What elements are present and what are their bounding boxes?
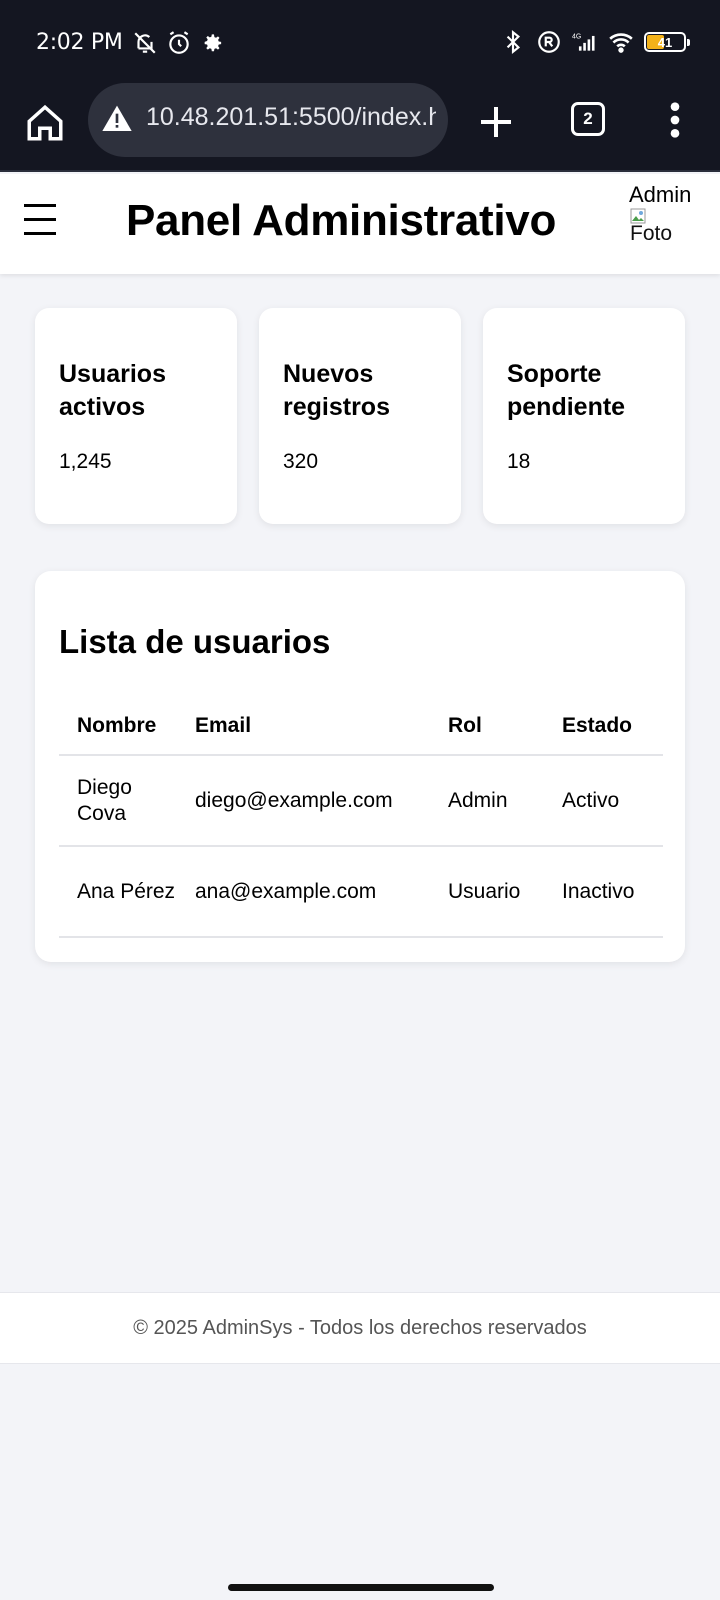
users-panel-title: Lista de usuarios <box>59 623 331 660</box>
stat-label: Soporte pendiente <box>507 360 626 421</box>
stat-value: 18 <box>507 450 531 473</box>
cell-name: Ana Pérez <box>59 846 177 938</box>
avatar-alt-text: Foto <box>630 222 673 245</box>
stat-value: 1,245 <box>59 450 112 473</box>
cell-role: Usuario <box>430 846 544 938</box>
address-bar[interactable]: 10.48.201.51:5500/index.html <box>88 83 448 157</box>
app-header: Panel Administrativo Admin Foto <box>0 174 720 274</box>
status-right-icons: 4G 41 <box>500 29 690 55</box>
tab-switcher-button[interactable]: 2 <box>571 102 605 136</box>
avatar[interactable]: Foto <box>630 208 686 254</box>
table-header-row: Nombre Email Rol Estado <box>59 697 663 756</box>
more-options-icon[interactable] <box>660 100 690 140</box>
cell-status: Activo <box>544 755 663 847</box>
column-header-email: Email <box>177 697 430 756</box>
table-row: Ana Pérez ana@example.com Usuario Inacti… <box>59 846 663 938</box>
stat-card-nuevos-registros: Nuevos registros 320 <box>259 308 461 524</box>
url-text[interactable]: 10.48.201.51:5500/index.html <box>146 103 436 132</box>
page-footer: © 2025 AdminSys - Todos los derechos res… <box>0 1292 720 1364</box>
browser-toolbar: 10.48.201.51:5500/index.html 2 <box>0 83 720 172</box>
battery-level: 41 <box>657 34 673 50</box>
battery-indicator: 41 <box>644 32 690 52</box>
hamburger-menu-icon[interactable] <box>24 204 58 238</box>
users-table: Nombre Email Rol Estado Diego Cova diego… <box>59 697 663 938</box>
stat-value: 320 <box>283 450 319 473</box>
cell-email: diego@example.com <box>177 755 430 847</box>
users-panel: Lista de usuarios Nombre Email Rol Estad… <box>35 571 685 962</box>
settings-gear-icon <box>204 34 222 52</box>
cell-name: Diego Cova <box>59 755 177 847</box>
new-tab-icon[interactable] <box>476 102 516 142</box>
wifi-icon <box>609 33 633 53</box>
stat-label: Usuarios activos <box>59 360 166 421</box>
stat-card-soporte-pendiente: Soporte pendiente 18 <box>483 308 685 524</box>
alarm-icon <box>169 31 189 54</box>
stat-label: Nuevos registros <box>283 360 390 421</box>
warning-icon[interactable] <box>100 103 134 135</box>
admin-label: Admin <box>629 182 692 207</box>
column-header-rol: Rol <box>430 697 544 756</box>
cell-status: Inactivo <box>544 846 663 938</box>
status-time: 2:02 PM <box>36 30 123 55</box>
stat-card-usuarios-activos: Usuarios activos 1,245 <box>35 308 237 524</box>
page-title: Panel Administrativo <box>126 196 557 245</box>
network-type-label: 4G <box>572 34 581 41</box>
bluetooth-icon <box>506 29 521 55</box>
cell-signal-icon: 4G <box>572 34 595 51</box>
column-header-nombre: Nombre <box>59 697 177 756</box>
footer-text: © 2025 AdminSys - Todos los derechos res… <box>133 1316 587 1339</box>
cell-role: Admin <box>430 755 544 847</box>
cell-email: ana@example.com <box>177 846 430 938</box>
home-icon[interactable] <box>24 102 66 144</box>
table-row: Diego Cova diego@example.com Admin Activ… <box>59 755 663 847</box>
registered-icon <box>538 31 560 53</box>
navigation-gesture-bar[interactable] <box>228 1584 494 1591</box>
column-header-estado: Estado <box>544 697 663 756</box>
bell-off-icon <box>134 32 156 54</box>
status-left-icons <box>132 30 226 56</box>
status-bar: 2:02 PM 4G 41 <box>0 0 720 88</box>
